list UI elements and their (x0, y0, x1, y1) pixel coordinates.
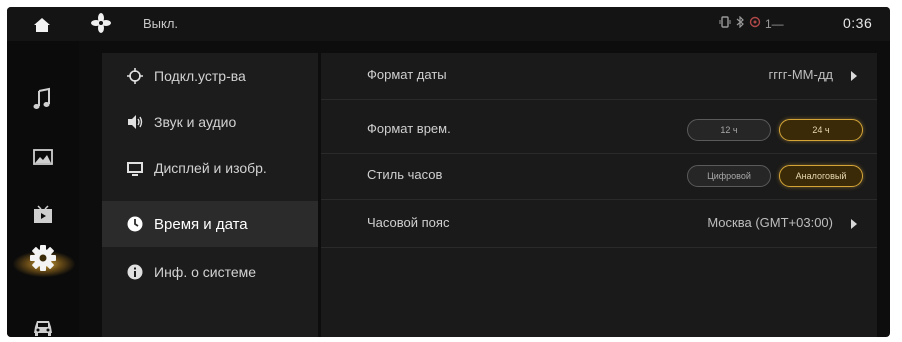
status-bar: Выкл. 1— 0:36 (7, 7, 890, 41)
music-note-icon[interactable] (29, 87, 57, 111)
time-format-row: Формат врем. 12 ч 24 ч (321, 107, 877, 154)
chevron-right-icon (851, 71, 857, 81)
vibrate-icon (719, 16, 731, 31)
settings-category-panel: Подкл.устр-ва Звук и аудио Дисплей и изо… (102, 53, 318, 337)
category-item-time-date[interactable]: Время и дата (102, 201, 318, 247)
car-icon[interactable] (29, 315, 57, 337)
category-label: Дисплей и изобр. (154, 160, 267, 176)
category-item-devices[interactable]: Подкл.устр-ва (102, 53, 318, 99)
clock-style-digital-option[interactable]: Цифровой (687, 165, 771, 187)
category-label: Инф. о системе (154, 264, 257, 280)
clock-style-analog-option[interactable]: Аналоговый (779, 165, 863, 187)
clock-style-label: Стиль часов (367, 167, 443, 182)
clock-time: 0:36 (843, 15, 873, 31)
device-connect-icon (127, 68, 143, 84)
date-format-value: гггг-ММ-дд (768, 67, 833, 82)
clock-icon (127, 216, 143, 232)
bluetooth-icon (735, 15, 745, 31)
status-indicators: 1— (719, 15, 784, 31)
date-format-label: Формат даты (367, 67, 447, 82)
category-item-sound[interactable]: Звук и аудио (102, 99, 318, 145)
signal-indicator-text: 1— (765, 16, 784, 31)
timezone-label: Часовой пояс (367, 215, 450, 230)
category-item-display[interactable]: Дисплей и изобр. (102, 145, 318, 191)
info-icon (127, 264, 143, 280)
fan-icon[interactable] (91, 13, 111, 33)
timezone-value: Москва (GMT+03:00) (707, 215, 833, 230)
climate-status-text: Выкл. (143, 16, 179, 31)
infotainment-screen: Выкл. 1— 0:36 Подкл.устр-ва Звук и аудио… (7, 7, 890, 337)
home-icon[interactable] (33, 17, 51, 33)
chevron-right-icon (851, 219, 857, 229)
category-label: Подкл.устр-ва (154, 68, 246, 84)
category-label: Звук и аудио (154, 114, 237, 130)
video-icon[interactable] (29, 203, 57, 227)
display-icon (127, 162, 143, 176)
app-rail (7, 41, 79, 337)
time-date-settings-panel: Формат даты гггг-ММ-дд Формат врем. 12 ч… (321, 53, 877, 337)
time-format-24h-option[interactable]: 24 ч (779, 119, 863, 141)
date-format-row[interactable]: Формат даты гггг-ММ-дд (321, 53, 877, 100)
time-format-12h-option[interactable]: 12 ч (687, 119, 771, 141)
timezone-row[interactable]: Часовой пояс Москва (GMT+03:00) (321, 201, 877, 248)
gear-icon[interactable] (27, 245, 59, 273)
category-label: Время и дата (154, 215, 248, 233)
clock-style-row: Стиль часов Цифровой Аналоговый (321, 153, 877, 200)
location-icon (749, 16, 761, 31)
time-format-label: Формат врем. (367, 121, 451, 136)
speaker-icon (128, 115, 143, 129)
category-item-system-info[interactable]: Инф. о системе (102, 249, 318, 295)
gallery-icon[interactable] (29, 145, 57, 169)
